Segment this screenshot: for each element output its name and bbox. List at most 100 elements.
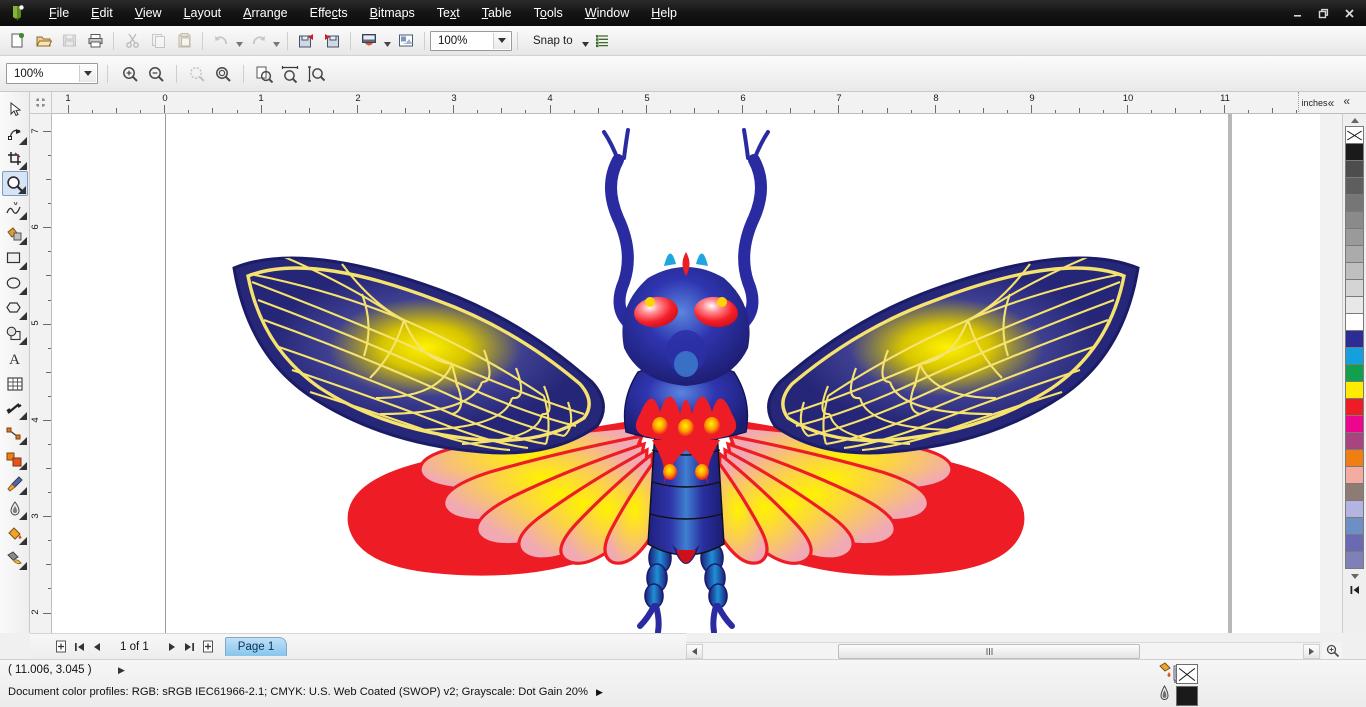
palette-swatch-purple-pink[interactable] bbox=[1345, 432, 1364, 450]
menu-view[interactable]: View bbox=[124, 3, 173, 23]
ruler-origin-button[interactable] bbox=[30, 92, 52, 114]
palette-scroll-up-icon[interactable] bbox=[1345, 114, 1365, 126]
menu-tools[interactable]: Tools bbox=[523, 3, 574, 23]
redo-dropdown-arrow[interactable] bbox=[271, 30, 282, 52]
palette-scroll-down-icon[interactable] bbox=[1345, 570, 1365, 582]
palette-swatch-dark-blue[interactable] bbox=[1345, 330, 1364, 348]
page-tab-1[interactable]: Page 1 bbox=[224, 637, 288, 656]
scroll-right-button[interactable] bbox=[1303, 643, 1320, 659]
drawing-canvas[interactable] bbox=[52, 114, 1320, 633]
undo-button[interactable] bbox=[208, 29, 234, 53]
palette-swatch-white[interactable] bbox=[1345, 313, 1364, 331]
palette-swatch-gray-30[interactable] bbox=[1345, 262, 1364, 280]
palette-swatch-black[interactable] bbox=[1345, 143, 1364, 161]
first-page-button[interactable] bbox=[70, 638, 88, 656]
next-page-button[interactable] bbox=[163, 638, 181, 656]
connector-tool-flyout-arrow[interactable] bbox=[18, 437, 27, 445]
previous-page-button[interactable] bbox=[88, 638, 106, 656]
palette-swatch-green[interactable] bbox=[1345, 364, 1364, 382]
menu-bar[interactable]: FFileile Edit View Layout Arrange Effect… bbox=[38, 3, 688, 23]
close-button[interactable] bbox=[1336, 3, 1362, 23]
interactive-fill-tool-flyout-arrow[interactable] bbox=[18, 562, 27, 570]
outline-tool-flyout-arrow[interactable] bbox=[18, 512, 27, 520]
ellipse-tool-flyout-arrow[interactable] bbox=[18, 287, 27, 295]
freehand-tool-flyout-arrow[interactable] bbox=[18, 212, 27, 220]
color-profiles-expand-arrow[interactable]: ▶ bbox=[591, 687, 603, 697]
paste-button[interactable] bbox=[171, 29, 197, 53]
cicada-artwork[interactable] bbox=[52, 114, 1320, 633]
fill-tool-flyout-arrow[interactable] bbox=[18, 537, 27, 545]
freehand-tool[interactable] bbox=[2, 196, 28, 221]
rectangle-tool-flyout-arrow[interactable] bbox=[18, 262, 27, 270]
minimize-button[interactable] bbox=[1284, 3, 1310, 23]
polygon-tool-flyout-arrow[interactable] bbox=[18, 312, 27, 320]
zoom-tool-flyout-arrow[interactable] bbox=[17, 186, 26, 194]
color-palette[interactable] bbox=[1342, 114, 1366, 633]
text-tool[interactable]: A bbox=[2, 346, 28, 371]
export-button[interactable] bbox=[319, 29, 345, 53]
vertical-ruler[interactable]: 7 6 5 4 3 2 bbox=[30, 114, 52, 633]
palette-expand-icon[interactable] bbox=[1345, 582, 1364, 598]
restore-button[interactable] bbox=[1310, 3, 1336, 23]
table-tool[interactable] bbox=[2, 371, 28, 396]
scroll-left-button[interactable] bbox=[686, 643, 703, 659]
print-button[interactable] bbox=[82, 29, 108, 53]
outline-tool[interactable] bbox=[2, 496, 28, 521]
snap-to-dropdown-arrow[interactable] bbox=[580, 30, 591, 52]
zoom-to-all-objects-button[interactable] bbox=[210, 62, 236, 86]
options-button[interactable] bbox=[591, 29, 617, 53]
snap-to-label[interactable]: Snap to bbox=[523, 35, 580, 47]
fill-tool[interactable] bbox=[2, 521, 28, 546]
redo-button[interactable] bbox=[245, 29, 271, 53]
import-button[interactable] bbox=[293, 29, 319, 53]
zoom-property-dropdown-arrow[interactable] bbox=[79, 65, 96, 82]
double-chevron-left-icon[interactable]: « bbox=[1343, 94, 1350, 108]
corel-connect-button[interactable] bbox=[393, 29, 419, 53]
zoom-tool[interactable] bbox=[1, 171, 28, 196]
zoom-corner-button[interactable] bbox=[1322, 642, 1342, 659]
double-chevron-left-icon[interactable]: « bbox=[1320, 92, 1342, 114]
polygon-tool[interactable] bbox=[2, 296, 28, 321]
connector-tool[interactable] bbox=[2, 421, 28, 446]
shape-tool[interactable] bbox=[2, 121, 28, 146]
palette-swatch-salmon[interactable] bbox=[1345, 466, 1364, 484]
zoom-to-selection-button[interactable] bbox=[184, 62, 210, 86]
palette-swatch-gray-80[interactable] bbox=[1345, 177, 1364, 195]
palette-swatch-orange[interactable] bbox=[1345, 449, 1364, 467]
fill-color-swatch[interactable] bbox=[1176, 663, 1198, 684]
palette-swatch-magenta[interactable] bbox=[1345, 415, 1364, 433]
blend-tool-flyout-arrow[interactable] bbox=[18, 462, 27, 470]
application-launcher-button[interactable] bbox=[356, 29, 382, 53]
save-document-button[interactable] bbox=[56, 29, 82, 53]
palette-swatch-indigo[interactable] bbox=[1345, 534, 1364, 552]
menu-layout[interactable]: Layout bbox=[173, 3, 233, 23]
eyedropper-tool-flyout-arrow[interactable] bbox=[18, 487, 27, 495]
smart-fill-tool[interactable] bbox=[2, 221, 28, 246]
menu-table[interactable]: Table bbox=[471, 3, 523, 23]
cut-button[interactable] bbox=[119, 29, 145, 53]
interactive-fill-tool[interactable] bbox=[2, 546, 28, 571]
zoom-in-button[interactable] bbox=[117, 62, 143, 86]
palette-swatch-gray-40[interactable] bbox=[1345, 245, 1364, 263]
pick-tool[interactable] bbox=[2, 96, 28, 121]
menu-window[interactable]: Window bbox=[574, 3, 640, 23]
palette-swatch-taupe[interactable] bbox=[1345, 483, 1364, 501]
horizontal-ruler[interactable]: 1 0 1 2 3 4 5 6 7 8 9 10 11 inches « bbox=[52, 92, 1366, 114]
palette-swatch-gray-50[interactable] bbox=[1345, 228, 1364, 246]
zoom-level-dropdown-arrow[interactable] bbox=[493, 32, 510, 49]
blend-tool[interactable] bbox=[2, 446, 28, 471]
color-eyedropper-tool[interactable] bbox=[2, 471, 28, 496]
outline-pen-icon[interactable] bbox=[1156, 684, 1173, 707]
add-page-before-button[interactable] bbox=[52, 638, 70, 656]
horizontal-scrollbar[interactable] bbox=[686, 642, 1320, 659]
palette-swatch-gray-60[interactable] bbox=[1345, 211, 1364, 229]
shape-tool-flyout-arrow[interactable] bbox=[18, 137, 27, 145]
undo-dropdown-arrow[interactable] bbox=[234, 30, 245, 52]
horizontal-scroll-thumb[interactable] bbox=[838, 643, 1140, 659]
palette-swatch-steel-blue[interactable] bbox=[1345, 517, 1364, 535]
application-launcher-dropdown-arrow[interactable] bbox=[382, 30, 393, 52]
menu-help[interactable]: Help bbox=[640, 3, 688, 23]
palette-swatch-no-color[interactable] bbox=[1345, 126, 1364, 144]
outline-color-swatch[interactable] bbox=[1176, 685, 1198, 706]
menu-file[interactable]: FFileile bbox=[38, 3, 80, 23]
